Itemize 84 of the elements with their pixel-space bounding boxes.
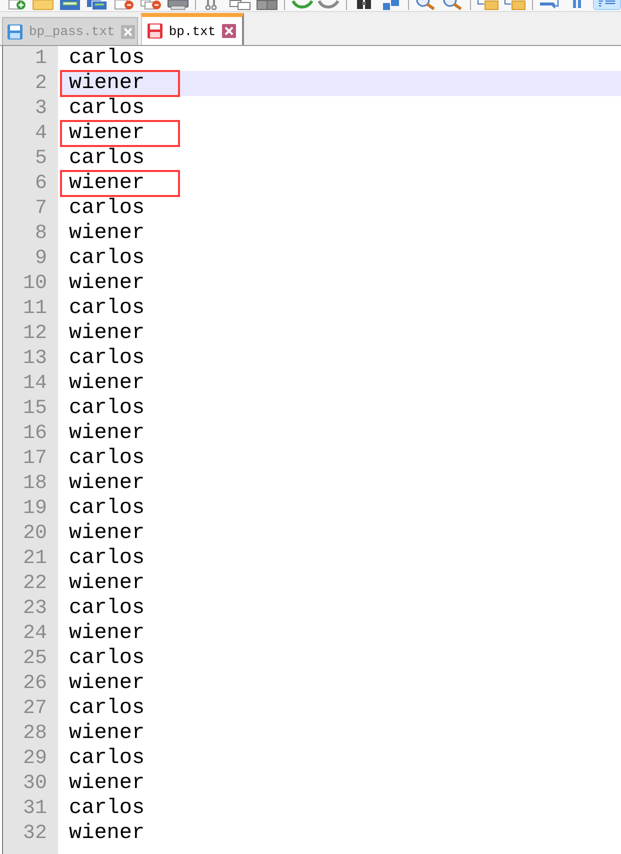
toolbar-toggle-button[interactable] <box>593 0 621 10</box>
line-number: 21 <box>22 546 47 571</box>
line-text: wiener <box>69 723 145 744</box>
wrap-arrow-icon[interactable] <box>539 0 561 10</box>
squares-icon[interactable] <box>380 0 402 10</box>
line-number: 12 <box>22 321 47 346</box>
line-text: wiener <box>69 373 145 394</box>
line-text: carlos <box>69 248 145 269</box>
line-text: wiener <box>69 423 145 444</box>
line-number: 18 <box>22 471 47 496</box>
line-number: 32 <box>22 821 47 846</box>
line-text: wiener <box>69 823 145 844</box>
line-text: carlos <box>69 398 145 419</box>
line-text: carlos <box>69 348 145 369</box>
copy-icon[interactable] <box>229 0 251 10</box>
line-text: wiener <box>69 523 145 544</box>
line-text: carlos <box>69 798 145 819</box>
line-number: 27 <box>22 696 47 721</box>
line-number: 11 <box>22 296 47 321</box>
line-text: carlos <box>69 448 145 469</box>
line-number: 13 <box>22 346 47 371</box>
magnifier-icon[interactable] <box>415 0 437 10</box>
line-text: carlos <box>69 498 145 519</box>
line-text: wiener <box>69 73 145 94</box>
line-number: 29 <box>22 746 47 771</box>
line-number: 7 <box>34 196 47 221</box>
line-number: 26 <box>22 671 47 696</box>
line-text: carlos <box>69 198 145 219</box>
line-text: wiener <box>69 223 145 244</box>
line-number: 4 <box>34 121 47 146</box>
printer-icon[interactable] <box>167 0 189 10</box>
line-number: 31 <box>22 796 47 821</box>
panels-icon[interactable] <box>256 0 278 10</box>
line-text: wiener <box>69 623 145 644</box>
folder-icon[interactable] <box>32 0 54 10</box>
line-text: carlos <box>69 698 145 719</box>
line-number: 14 <box>22 371 47 396</box>
line-text: carlos <box>69 298 145 319</box>
line-number: 3 <box>34 96 47 121</box>
line-number: 2 <box>34 71 47 96</box>
folder-frame-icon[interactable] <box>504 0 526 10</box>
line-number: 19 <box>22 496 47 521</box>
line-text: wiener <box>69 273 145 294</box>
line-text: wiener <box>69 323 145 344</box>
line-text: wiener <box>69 573 145 594</box>
line-text: carlos <box>69 548 145 569</box>
line-text: carlos <box>69 648 145 669</box>
line-number: 23 <box>22 596 47 621</box>
arc-icon[interactable] <box>318 0 340 10</box>
line-number: 15 <box>22 396 47 421</box>
line-text: carlos <box>69 98 145 119</box>
line-number: 20 <box>22 521 47 546</box>
line-text: carlos <box>69 748 145 769</box>
page-badge-icon[interactable] <box>113 0 135 10</box>
magnifier-icon[interactable] <box>442 0 464 10</box>
close-icon[interactable] <box>222 24 236 38</box>
line-number: 1 <box>34 46 47 71</box>
line-number: 8 <box>34 221 47 246</box>
floppy-disks-icon[interactable] <box>86 0 108 10</box>
line-text: wiener <box>69 173 145 194</box>
line-number: 10 <box>22 271 47 296</box>
tab[interactable]: bp.txt <box>140 13 244 45</box>
line-number: 16 <box>22 421 47 446</box>
line-number: 24 <box>22 621 47 646</box>
line-text: carlos <box>69 48 145 69</box>
line-text: wiener <box>69 673 145 694</box>
line-number: 17 <box>22 446 47 471</box>
line-text: carlos <box>69 148 145 169</box>
pages-badge-icon[interactable] <box>140 0 162 10</box>
line-number: 25 <box>22 646 47 671</box>
line-number: 28 <box>22 721 47 746</box>
line-text: wiener <box>69 473 145 494</box>
line-text: wiener <box>69 773 145 794</box>
close-icon[interactable] <box>120 24 135 38</box>
line-number: 5 <box>34 146 47 171</box>
line-number: 30 <box>22 771 47 796</box>
line-text: carlos <box>69 598 145 619</box>
line-number: 9 <box>34 246 47 271</box>
line-number: 22 <box>22 571 47 596</box>
lines-icon <box>598 0 616 7</box>
arc-icon[interactable] <box>291 0 313 10</box>
line-text: wiener <box>69 123 145 144</box>
line-number: 6 <box>34 171 47 196</box>
folder-frame-icon[interactable] <box>477 0 499 10</box>
